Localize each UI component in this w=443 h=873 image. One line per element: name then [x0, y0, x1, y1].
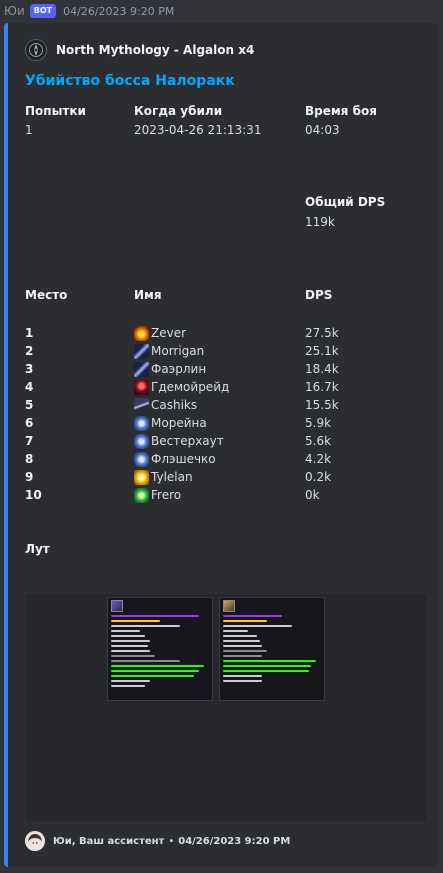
dps-cell: 0k	[305, 488, 320, 502]
dps-cell: 5.6k	[305, 434, 332, 448]
player-row: Tylelan	[134, 468, 229, 486]
place-cell: 4	[25, 380, 34, 394]
warlock-icon	[134, 379, 149, 395]
nature-icon	[134, 487, 149, 503]
footer-timestamp: 04/26/2023 9:20 PM	[178, 835, 291, 847]
paladin-icon	[134, 451, 149, 467]
message-header: Юи BOT 04/26/2023 9:20 PM	[4, 3, 174, 19]
dps-cell: 0.2k	[305, 470, 332, 484]
place-cell: 5	[25, 398, 34, 412]
place-cell: 8	[25, 452, 34, 466]
message-timestamp[interactable]: 04/26/2023 9:20 PM	[63, 5, 174, 18]
player-row: Cashiks	[134, 396, 229, 414]
player-name: Гдемойрейд	[151, 380, 230, 394]
player-name: Вестерхаут	[151, 434, 224, 448]
rogue-icon	[134, 397, 149, 413]
player-row: Вестерхаут	[134, 432, 229, 450]
player-name: Флэшечко	[151, 452, 216, 466]
guild-emblem-icon	[25, 39, 47, 61]
player-row: Zever	[134, 324, 229, 342]
place-cell: 1	[25, 326, 34, 340]
field-attempts-value: 1	[25, 123, 33, 137]
place-cell: 10	[25, 488, 42, 502]
field-killed-at-name: Когда убили	[134, 104, 223, 118]
dps-cell: 15.5k	[305, 398, 339, 412]
footer-text: Юи, Ваш ассистент	[53, 835, 165, 847]
player-row: Фаэрлин	[134, 360, 229, 378]
player-name: Zever	[151, 326, 187, 340]
player-name: Morrigan	[151, 344, 205, 358]
paladin-icon	[134, 415, 149, 431]
loot-label: Лут	[25, 542, 50, 556]
place-cell: 9	[25, 470, 34, 484]
dps-cell: 18.4k	[305, 362, 339, 376]
ranking-dps-header: DPS	[305, 288, 333, 302]
player-name: Фаэрлин	[151, 362, 207, 376]
player-row: Morrigan	[134, 342, 229, 360]
ranking-place-column: 1 2 3 4 5 6 7 8 9 10	[25, 324, 42, 504]
embed-author-name[interactable]: North Mythology - Algalon x4	[56, 43, 254, 57]
shadow-priest-icon	[134, 361, 149, 377]
item-tooltip-left	[107, 597, 213, 701]
player-name: Frero	[151, 488, 182, 502]
fire-mage-icon	[134, 325, 149, 341]
paladin-icon	[134, 433, 149, 449]
embed-card: North Mythology - Algalon x4 Убийство бо…	[4, 23, 438, 867]
player-row: Морейна	[134, 414, 229, 432]
player-row: Гдемойрейд	[134, 378, 229, 396]
embed-title[interactable]: Убийство босса Налоракк	[25, 73, 235, 89]
embed-author: North Mythology - Algalon x4	[25, 39, 254, 61]
place-cell: 7	[25, 434, 34, 448]
field-fight-time-value: 04:03	[305, 123, 340, 137]
ranking-dps-column: 27.5k 25.1k 18.4k 16.7k 15.5k 5.9k 5.6k …	[305, 324, 339, 504]
player-name: Tylelan	[151, 470, 193, 484]
item-icon	[111, 600, 123, 612]
place-cell: 6	[25, 416, 34, 430]
username[interactable]: Юи	[4, 4, 25, 18]
shadow-priest-icon	[134, 343, 149, 359]
player-name: Морейна	[151, 416, 207, 430]
ranking-name-column: Zever Morrigan Фаэрлин Гдемойрейд Cashik…	[134, 324, 229, 504]
field-killed-at-value: 2023-04-26 21:13:31	[134, 123, 262, 137]
ranking-name-header: Имя	[134, 288, 162, 302]
player-row: Флэшечко	[134, 450, 229, 468]
field-total-dps-value: 119k	[305, 215, 335, 229]
dps-cell: 25.1k	[305, 344, 339, 358]
field-attempts-name: Попытки	[25, 104, 86, 118]
player-row: Frero	[134, 486, 229, 504]
bot-badge: BOT	[29, 4, 57, 18]
dps-cell: 5.9k	[305, 416, 332, 430]
dps-cell: 16.7k	[305, 380, 339, 394]
footer-separator: •	[168, 835, 175, 847]
dps-cell: 4.2k	[305, 452, 332, 466]
loot-tooltips-image[interactable]	[25, 594, 426, 821]
item-icon	[223, 600, 235, 612]
player-name: Cashiks	[151, 398, 198, 412]
assistant-avatar	[25, 831, 45, 851]
field-total-dps-name: Общий DPS	[305, 195, 386, 209]
field-fight-time-name: Время боя	[305, 104, 377, 118]
place-cell: 2	[25, 344, 34, 358]
holy-light-icon	[134, 469, 149, 485]
place-cell: 3	[25, 362, 34, 376]
item-tooltip-right	[219, 597, 325, 701]
dps-cell: 27.5k	[305, 326, 339, 340]
ranking-place-header: Место	[25, 288, 68, 302]
embed-footer: Юи, Ваш ассистент • 04/26/2023 9:20 PM	[25, 831, 290, 851]
